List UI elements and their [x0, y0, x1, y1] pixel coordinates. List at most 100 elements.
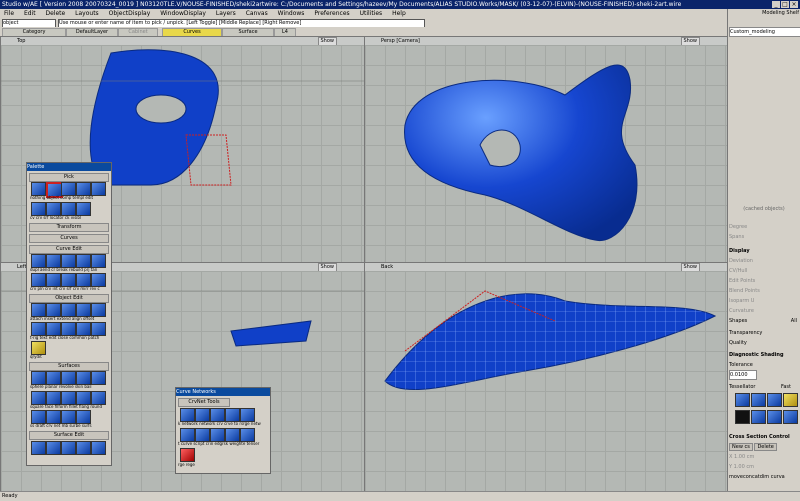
surface-edit-tool-2-icon[interactable]: [46, 441, 61, 455]
isoparm-u-toggle[interactable]: Isoparm U: [729, 297, 799, 305]
palette-pick-section[interactable]: Pick: [29, 173, 109, 182]
object-trim-icon[interactable]: [31, 322, 46, 336]
shapes-all-option[interactable]: All: [791, 317, 797, 325]
menu-edit[interactable]: Edit: [24, 10, 36, 17]
object-common-icon[interactable]: [76, 322, 91, 336]
pick-nothing-icon[interactable]: [31, 182, 46, 196]
display-section[interactable]: Display: [729, 247, 799, 255]
surface-surfs-icon[interactable]: [76, 410, 91, 424]
object-close-icon[interactable]: [61, 322, 76, 336]
menu-utilities[interactable]: Utilities: [360, 10, 383, 17]
x-value-field[interactable]: X 1.00 cm: [729, 453, 799, 461]
menu-delete[interactable]: Delete: [46, 10, 66, 17]
menu-windows[interactable]: Windows: [278, 10, 305, 17]
surface-fillet-icon[interactable]: [61, 391, 76, 405]
curve-mirror-icon[interactable]: [76, 273, 91, 287]
menu-layers[interactable]: Layers: [216, 10, 236, 17]
shading-mode-2-icon[interactable]: [751, 393, 766, 407]
surface-bail-icon[interactable]: [91, 371, 106, 385]
object-extend-icon[interactable]: [61, 303, 76, 317]
surface-edit-tool-5-icon[interactable]: [91, 441, 106, 455]
curve-surface-icon[interactable]: [61, 273, 76, 287]
crvnet-tool-2-icon[interactable]: [195, 408, 210, 422]
crvnet-tool-1-icon[interactable]: [180, 408, 195, 422]
curve-rebuild-icon[interactable]: [76, 254, 91, 268]
menu-windowdisplay[interactable]: WindowDisplay: [160, 10, 206, 17]
delete-cs-button[interactable]: Delete: [754, 443, 777, 451]
pick-template-icon[interactable]: [76, 182, 91, 196]
crvnet-tool-4-icon[interactable]: [225, 408, 240, 422]
tolerance-input[interactable]: 0.0100: [729, 370, 757, 380]
surface-sphere-icon[interactable]: [31, 371, 46, 385]
object-align-icon[interactable]: [76, 303, 91, 317]
surface-edit-tool-1-icon[interactable]: [31, 441, 46, 455]
menu-help[interactable]: Help: [392, 10, 406, 17]
surface-curve-net-icon[interactable]: [46, 410, 61, 424]
quality-section[interactable]: Quality: [729, 339, 799, 347]
menu-layouts[interactable]: Layouts: [75, 10, 99, 17]
object-insert-icon[interactable]: [46, 303, 61, 317]
transparency-section[interactable]: Transparency: [729, 329, 799, 337]
close-icon[interactable]: ×: [790, 1, 798, 8]
maximize-icon[interactable]: □: [781, 1, 789, 8]
curve-plane-icon[interactable]: [31, 273, 46, 287]
curve-duplicate-icon[interactable]: [31, 254, 46, 268]
surface-face-icon[interactable]: [46, 391, 61, 405]
shading-mode-1-icon[interactable]: [735, 393, 750, 407]
pick-cv-icon[interactable]: [31, 202, 46, 216]
menu-canvas[interactable]: Canvas: [246, 10, 268, 17]
palette-surfaces-section[interactable]: Surfaces: [29, 362, 109, 371]
crvnet-merge-icon[interactable]: [180, 448, 195, 462]
cross-section-section[interactable]: Cross Section Control: [729, 433, 799, 441]
curve-reverse-icon[interactable]: [91, 273, 106, 287]
diagnostic-shading-section[interactable]: Diagnostic Shading: [729, 351, 799, 359]
crvnet-tool-3-icon[interactable]: [210, 408, 225, 422]
pick-component-icon[interactable]: [61, 182, 76, 196]
surface-multiblend-icon[interactable]: [61, 410, 76, 424]
surface-edit-tool-3-icon[interactable]: [61, 441, 76, 455]
deviation-toggle[interactable]: Deviation: [729, 257, 799, 265]
shading-mode-3-icon[interactable]: [767, 393, 782, 407]
palette-transform-section[interactable]: Transform: [29, 223, 109, 232]
palette-window[interactable]: Palette Pick nothing object comp templ e…: [26, 162, 112, 466]
edit-points-toggle[interactable]: Edit Points: [729, 277, 799, 285]
y-value-field[interactable]: Y 1.00 cm: [729, 463, 799, 471]
surface-square-icon[interactable]: [31, 391, 46, 405]
pick-edit-icon[interactable]: [91, 182, 106, 196]
crvnet-tool-6-icon[interactable]: [180, 428, 195, 442]
curve-intersect-icon[interactable]: [46, 273, 61, 287]
crvnet-tools-section[interactable]: CrvNet Tools: [178, 398, 230, 407]
surface-planar-icon[interactable]: [46, 371, 61, 385]
custom-modeling-tab[interactable]: Custom_modeling: [729, 27, 800, 37]
surface-flange-icon[interactable]: [76, 391, 91, 405]
crvnet-tool-10-icon[interactable]: [240, 428, 255, 442]
shading-mode-6-icon[interactable]: [751, 410, 766, 424]
object-patch-icon[interactable]: [91, 322, 106, 336]
surface-draft-icon[interactable]: [31, 410, 46, 424]
curve-break-icon[interactable]: [61, 254, 76, 268]
blend-points-toggle[interactable]: Blend Points: [729, 287, 799, 295]
shading-mode-8-icon[interactable]: [783, 410, 798, 424]
query-edit-icon[interactable]: [31, 341, 46, 355]
menu-objectdisplay[interactable]: ObjectDisplay: [109, 10, 151, 17]
surface-revolve-icon[interactable]: [61, 371, 76, 385]
shading-mode-7-icon[interactable]: [767, 410, 782, 424]
pick-curve-surface-icon[interactable]: [46, 202, 61, 216]
palette-curves-section[interactable]: Curves: [29, 234, 109, 243]
crvnet-tool-5-icon[interactable]: [240, 408, 255, 422]
curvature-toggle[interactable]: Curvature: [729, 307, 799, 315]
curve-extend-icon[interactable]: [46, 254, 61, 268]
new-cs-button[interactable]: New cs: [729, 443, 753, 451]
crvnet-tool-9-icon[interactable]: [225, 428, 240, 442]
surface-skin-icon[interactable]: [76, 371, 91, 385]
palette-object-edit-section[interactable]: Object Edit: [29, 294, 109, 303]
crvnet-tool-8-icon[interactable]: [210, 428, 225, 442]
palette-surface-edit-section[interactable]: Surface Edit: [29, 431, 109, 440]
minimize-icon[interactable]: _: [772, 1, 780, 8]
pick-locator-icon[interactable]: [61, 202, 76, 216]
object-text-edit-icon[interactable]: [46, 322, 61, 336]
shading-mode-5-icon[interactable]: [735, 410, 750, 424]
viewport-back[interactable]: Back Show: [364, 262, 729, 493]
crvnet-tool-7-icon[interactable]: [195, 428, 210, 442]
menu-preferences[interactable]: Preferences: [314, 10, 349, 17]
